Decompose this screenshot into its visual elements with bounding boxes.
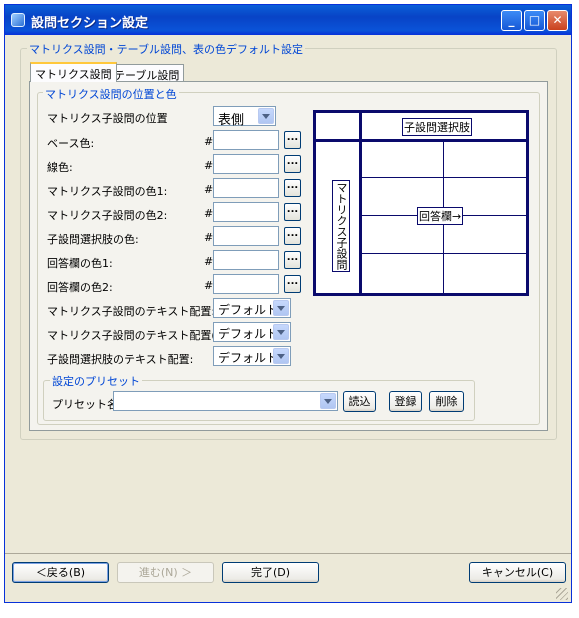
answer-color2-input[interactable]: [213, 274, 279, 294]
title-bar[interactable]: 設問セクション設定 _ □ ✕: [5, 5, 571, 35]
choice-color-input[interactable]: [213, 226, 279, 246]
preset-save-button[interactable]: 登録: [389, 391, 422, 412]
footer-divider: [5, 553, 571, 554]
layout-preview: 子設問選択肢 マトリクス子設問 回答欄→: [313, 110, 529, 296]
chevron-down-icon[interactable]: [258, 108, 274, 124]
text-align-right-label: マトリクス子設問のテキスト配置(右):: [47, 329, 235, 342]
answer-color1-label: 回答欄の色1:: [47, 257, 113, 270]
text-align-value: デフォルト: [218, 303, 279, 317]
sub-color1-label: マトリクス子設問の色1:: [47, 185, 168, 198]
back-button[interactable]: ＜戻る(B): [12, 562, 109, 583]
cancel-button[interactable]: キャンセル(C): [469, 562, 566, 583]
line-color-label: 線色:: [47, 161, 73, 174]
position-label: マトリクス子設問の位置: [47, 112, 168, 125]
minimize-button[interactable]: _: [501, 10, 522, 31]
chevron-down-icon[interactable]: [273, 348, 289, 364]
answer-color1-picker-button[interactable]: ...: [284, 251, 301, 269]
hash-sign: #: [204, 231, 214, 244]
resize-grip-icon[interactable]: [556, 588, 568, 600]
text-align-label: マトリクス子設問のテキスト配置:: [47, 305, 216, 318]
preview-side-label: マトリクス子設問: [332, 180, 350, 272]
sub-color2-picker-button[interactable]: ...: [284, 203, 301, 221]
text-align-right-select[interactable]: デフォルト: [213, 322, 291, 342]
hash-sign: #: [204, 207, 214, 220]
app-icon: [11, 13, 25, 27]
base-color-picker-button[interactable]: ...: [284, 131, 301, 149]
answer-color2-label: 回答欄の色2:: [47, 281, 113, 294]
preset-delete-button[interactable]: 削除: [429, 391, 464, 412]
defaults-group-title: マトリクス設問・テーブル設問、表の色デフォルト設定: [27, 41, 306, 57]
hash-sign: #: [204, 135, 214, 148]
hash-sign: #: [204, 255, 214, 268]
close-button[interactable]: ✕: [547, 10, 568, 31]
base-color-label: ベース色:: [47, 137, 95, 150]
sub-color1-input[interactable]: [213, 178, 279, 198]
preset-name-select[interactable]: [113, 391, 338, 411]
line-color-picker-button[interactable]: ...: [284, 155, 301, 173]
finish-button[interactable]: 完了(D): [222, 562, 319, 583]
hash-sign: #: [204, 279, 214, 292]
sub-color1-picker-button[interactable]: ...: [284, 179, 301, 197]
choice-align-value: デフォルト: [218, 351, 279, 365]
choice-align-select[interactable]: デフォルト: [213, 346, 291, 366]
preset-load-button[interactable]: 読込: [343, 391, 376, 412]
maximize-icon: □: [528, 13, 541, 27]
preview-header-label: 子設問選択肢: [402, 118, 472, 136]
sub-color2-label: マトリクス子設問の色2:: [47, 209, 168, 222]
text-align-right-value: デフォルト: [218, 327, 279, 341]
choice-align-label: 子設問選択肢のテキスト配置:: [47, 353, 194, 366]
next-button[interactable]: 進む(N) ＞: [117, 562, 214, 583]
answer-color1-input[interactable]: [213, 250, 279, 270]
hash-sign: #: [204, 183, 214, 196]
minimize-icon: _: [508, 13, 515, 27]
choice-color-picker-button[interactable]: ...: [284, 227, 301, 245]
color-group-title: マトリクス設問の位置と色: [43, 86, 179, 102]
chevron-down-icon[interactable]: [273, 300, 289, 316]
window-title: 設問セクション設定: [31, 16, 149, 31]
chevron-down-icon[interactable]: [320, 393, 336, 409]
grid-line: [359, 113, 362, 293]
preview-answer-label: 回答欄→: [417, 207, 464, 225]
position-select[interactable]: 表側: [213, 106, 276, 128]
close-icon: ✕: [552, 13, 563, 27]
line-color-input[interactable]: [213, 154, 279, 174]
chevron-down-icon[interactable]: [273, 324, 289, 340]
preset-group-title: 設定のプリセット: [50, 373, 142, 389]
hash-sign: #: [204, 159, 214, 172]
sub-color2-input[interactable]: [213, 202, 279, 222]
tab-matrix[interactable]: マトリクス設問: [30, 62, 117, 82]
preset-name-label: プリセット名:: [52, 398, 122, 411]
answer-color2-picker-button[interactable]: ...: [284, 275, 301, 293]
choice-color-label: 子設問選択肢の色:: [47, 233, 139, 246]
grid-line: [316, 139, 526, 142]
text-align-select[interactable]: デフォルト: [213, 298, 291, 318]
maximize-button[interactable]: □: [524, 10, 545, 31]
base-color-input[interactable]: [213, 130, 279, 150]
position-value: 表側: [218, 113, 245, 128]
tab-table[interactable]: テーブル設問: [109, 64, 185, 82]
